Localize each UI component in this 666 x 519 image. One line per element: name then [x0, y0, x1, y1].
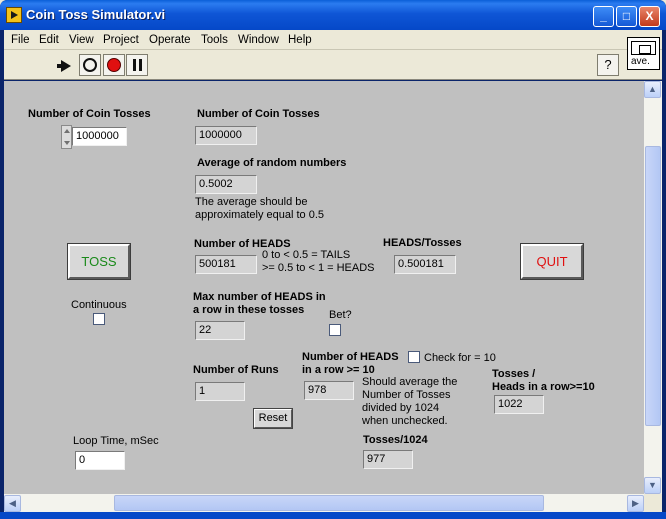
menu-project[interactable]: Project [103, 34, 139, 46]
tosses-input[interactable]: 1000000 [72, 127, 127, 146]
heads-rule-note: 0 to < 0.5 = TAILS >= 0.5 to < 1 = HEADS [262, 249, 375, 274]
runs-label: Number of Runs [193, 364, 279, 376]
average-label: Average of random numbers [197, 157, 347, 169]
app-window: Coin Toss Simulator.vi _ □ X File Edit V… [0, 0, 666, 519]
pause-icon [133, 59, 142, 71]
tosses-control-label: Number of Coin Tosses [28, 108, 151, 120]
ratio-label: HEADS/Tosses [383, 237, 462, 249]
tosses-1024-indicator: 977 [363, 450, 413, 469]
runs-indicator: 1 [195, 382, 245, 401]
max-row-label: Max number of HEADS in a row in these to… [193, 291, 326, 316]
abort-button[interactable] [103, 54, 125, 76]
context-help-button[interactable]: ? [597, 54, 619, 76]
menu-operate[interactable]: Operate [149, 34, 191, 46]
check-for-10-label: Check for = 10 [424, 352, 496, 364]
menu-view[interactable]: View [69, 34, 94, 46]
bet-checkbox[interactable] [329, 324, 341, 336]
continuous-checkbox[interactable] [93, 313, 105, 325]
average-indicator: 0.5002 [195, 175, 257, 194]
window-title: Coin Toss Simulator.vi [26, 7, 166, 22]
tosses-per-row-label: Tosses / Heads in a row>=10 [492, 368, 595, 393]
run-continuously-button[interactable] [79, 54, 101, 76]
toolbar [4, 50, 662, 80]
tosses-indicator: 1000000 [195, 126, 257, 145]
continuous-label: Continuous [71, 299, 127, 311]
max-row-indicator: 22 [195, 321, 245, 340]
front-panel: Number of Coin Tosses 1000000 Number of … [4, 81, 644, 494]
toss-button[interactable]: TOSS [67, 243, 131, 280]
tosses-1024-label: Tosses/1024 [363, 434, 428, 446]
menu-tools[interactable]: Tools [201, 34, 228, 46]
title-bar: Coin Toss Simulator.vi _ □ X [0, 0, 666, 30]
resize-grip[interactable] [644, 494, 662, 512]
close-button[interactable]: X [639, 6, 660, 27]
scroll-right-button[interactable]: ▶ [627, 495, 644, 512]
vi-icon-label: ave. [631, 56, 650, 67]
heads-row-indicator: 978 [304, 381, 354, 400]
tosses-increment-decrement[interactable] [61, 125, 72, 149]
scroll-left-button[interactable]: ◀ [4, 495, 21, 512]
vi-icon: ave. [627, 37, 660, 70]
loop-time-label: Loop Time, mSec [73, 435, 159, 447]
run-continuously-icon [83, 58, 97, 72]
scroll-down-button[interactable]: ▼ [644, 477, 661, 494]
bet-label: Bet? [329, 309, 352, 321]
heads-indicator: 500181 [195, 255, 257, 274]
average-note: The average should be approximately equa… [195, 196, 325, 221]
heads-row-note: Should average the Number of Tosses divi… [362, 376, 458, 427]
menu-bar: File Edit View Project Operate Tools Win… [4, 30, 662, 50]
menu-window[interactable]: Window [238, 34, 279, 46]
run-button[interactable] [56, 54, 78, 76]
menu-help[interactable]: Help [288, 34, 312, 46]
check-for-10-checkbox[interactable] [408, 351, 420, 363]
quit-button[interactable]: QUIT [520, 243, 584, 280]
tosses-per-row-indicator: 1022 [494, 395, 544, 414]
tosses-indicator-label: Number of Coin Tosses [197, 108, 320, 120]
stop-icon [107, 58, 121, 72]
ratio-indicator: 0.500181 [394, 255, 456, 274]
horizontal-scroll-thumb[interactable] [114, 495, 544, 511]
vertical-scroll-thumb[interactable] [645, 146, 661, 426]
menu-edit[interactable]: Edit [39, 34, 59, 46]
run-arrow-icon [57, 60, 71, 72]
maximize-button[interactable]: □ [616, 6, 637, 27]
labview-app-icon [6, 7, 22, 23]
window-frame-bottom [0, 512, 666, 519]
minimize-button[interactable]: _ [593, 6, 614, 27]
reset-button[interactable]: Reset [253, 408, 293, 429]
scroll-up-button[interactable]: ▲ [644, 81, 661, 98]
loop-time-input[interactable]: 0 [75, 451, 125, 470]
menu-file[interactable]: File [11, 34, 30, 46]
vi-icon-graphic [631, 41, 656, 55]
heads-row-label: Number of HEADS in a row >= 10 [302, 351, 399, 376]
pause-button[interactable] [126, 54, 148, 76]
